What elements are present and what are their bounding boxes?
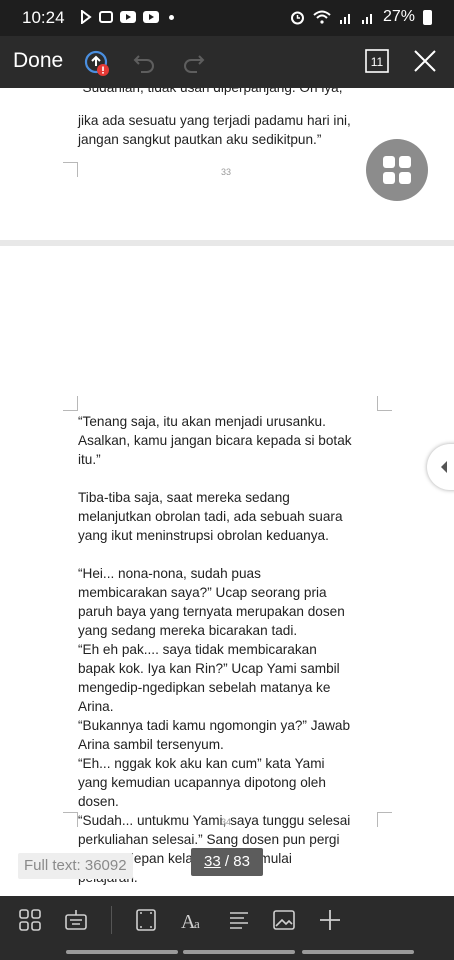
total-pages: 83 (233, 853, 250, 870)
signal-icon (339, 14, 350, 24)
page-number: 33 (220, 167, 231, 177)
grid-menu-icon (383, 156, 411, 184)
full-text-count: Full text: 36092 (18, 853, 133, 879)
paragraph-line: “Bukannya tadi kamu ngomongin ya?” Jawab (78, 718, 351, 733)
paragraph-line: itu.” (78, 452, 101, 467)
paragraph-line: Arina. (78, 699, 114, 714)
paragraph-line: bapak kok. Iya kan Rin?” Ucap Yami sambi… (78, 661, 340, 676)
notification-dot (169, 14, 174, 20)
bottom-toolbar: A a (0, 896, 454, 944)
paragraph-line: paruh baya yang ternyata merupakan dosen (78, 604, 345, 619)
svg-text:a: a (194, 916, 200, 931)
wifi-icon (313, 10, 331, 24)
page-count-icon[interactable]: 11 (365, 49, 389, 73)
page-count-icon-label: 11 (371, 55, 384, 69)
image-icon[interactable] (272, 908, 296, 932)
screencast-icon (81, 10, 92, 24)
page-33-line: jika ada sesuatu yang terjadi padamu har… (78, 113, 351, 128)
margin-corner-mark (63, 812, 78, 827)
redo-icon[interactable] (181, 52, 205, 74)
thumbnails-icon[interactable] (18, 908, 42, 932)
top-toolbar: Done 11 (0, 36, 454, 88)
share-alert-icon[interactable] (84, 50, 112, 78)
paragraph-line: “Tenang saja, itu akan menjadi urusanku. (78, 414, 326, 429)
battery-icon (423, 9, 432, 25)
paragraph-line: yang kemudian ucapannya dipotong oleh (78, 775, 326, 790)
paragraph-line: Asalkan, kamu jangan bicara kepada si bo… (78, 433, 352, 448)
paragraph-line: “Hei... nona-nona, sudah puas (78, 566, 261, 581)
paragraph-align-icon[interactable] (228, 908, 250, 932)
paragraph-line: dosen. (78, 794, 119, 809)
add-icon[interactable] (318, 908, 342, 932)
status-time: 10:24 (22, 8, 65, 27)
signal-icon (361, 14, 372, 24)
app-icon (99, 11, 113, 23)
document-view[interactable]: “Sudahlah, tidak usah diperpanjang. Oh i… (0, 88, 454, 896)
paragraph-line: Arina sambil tersenyum. (78, 737, 224, 752)
youtube-icon (143, 11, 159, 23)
paragraph-line: mengedip-ngedipkan sebelah matanya ke (78, 680, 331, 695)
font-size-icon[interactable]: A a (180, 908, 206, 932)
page-number: 34 (220, 817, 231, 827)
done-button[interactable]: Done (13, 49, 63, 73)
margin-corner-mark (377, 396, 392, 411)
nav-pill[interactable] (183, 950, 295, 954)
margin-corner-mark (63, 162, 78, 177)
current-page[interactable]: 33 (204, 853, 221, 870)
system-nav-bar (0, 944, 454, 960)
paragraph-line: perkuliahan selesai.” Sang dosen pun per… (78, 832, 340, 847)
paragraph-line: membicarakan saya?” Ucap seorang pria (78, 585, 327, 600)
page-34: “Tenang saja, itu akan menjadi urusanku.… (0, 246, 454, 896)
nav-pill[interactable] (302, 950, 414, 954)
youtube-icon (120, 11, 136, 23)
paragraph-line: yang ikut meninstrupsi obrolan keduanya. (78, 528, 329, 543)
paragraph-line: “Eh... nggak kok aku kan cum” kata Yami (78, 756, 325, 771)
keyboard-icon[interactable] (64, 908, 88, 932)
close-icon[interactable] (414, 50, 436, 72)
page-layout-icon[interactable] (135, 908, 157, 932)
paragraph-line: yang sedang mereka bicarakan tadi. (78, 623, 298, 638)
nav-pill[interactable] (66, 950, 178, 954)
page-33-partial-line: “Sudahlah, tidak usah diperpanjang. Oh i… (78, 88, 368, 97)
page-indicator[interactable]: 33 / 83 (191, 848, 263, 876)
undo-icon[interactable] (133, 52, 157, 74)
margin-corner-mark (377, 812, 392, 827)
margin-corner-mark (63, 396, 78, 411)
paragraph-line: Tiba-tiba saja, saat mereka sedang (78, 490, 290, 505)
paragraph-line: melanjutkan obrolan tadi, ada sebuah sua… (78, 509, 343, 524)
page-33-line: jangan sangkut pautkan aku sedikitpun.” (78, 132, 322, 147)
status-bar: 10:24 27% (0, 0, 454, 36)
battery-percent: 27% (382, 8, 415, 25)
grid-menu-button[interactable] (366, 139, 428, 201)
paragraph-line: “Eh eh pak.... saya tidak membicarakan (78, 642, 317, 657)
alarm-icon (290, 11, 304, 24)
chevron-left-icon (441, 461, 447, 473)
toolbar-divider (111, 906, 112, 934)
page-separator: / (220, 853, 234, 870)
